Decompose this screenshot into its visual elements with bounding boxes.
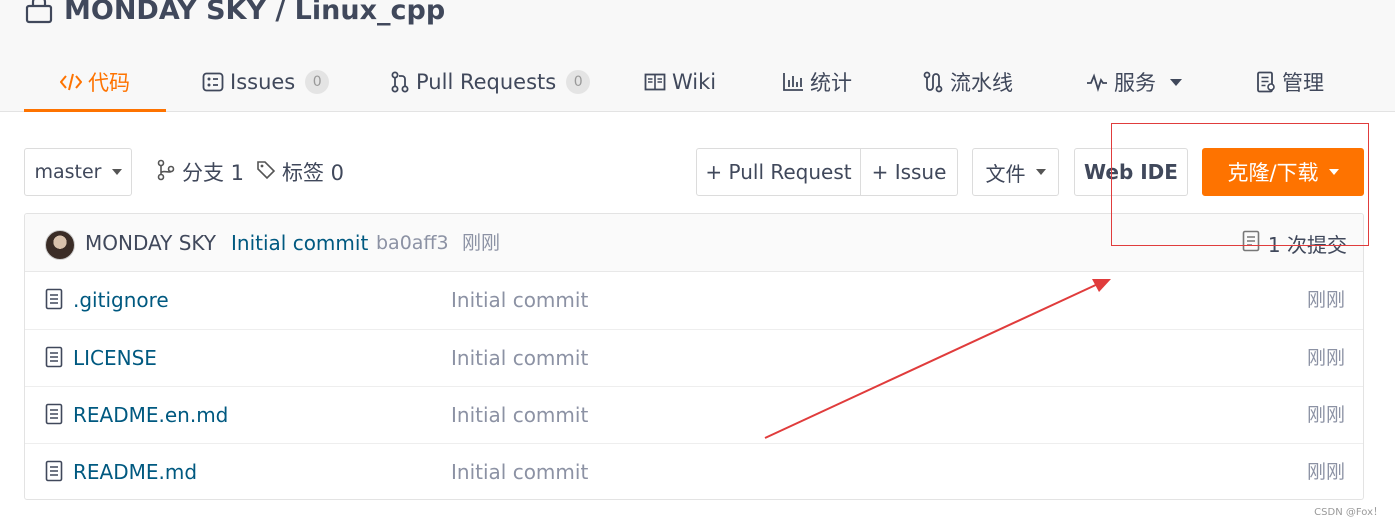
branches-link[interactable]: 分支 1 (156, 148, 244, 196)
file-row[interactable]: LICENSE Initial commit 刚刚 (25, 329, 1363, 386)
issues-count-badge: 0 (305, 70, 330, 94)
repo-lock-icon (24, 0, 54, 25)
file-row[interactable]: README.en.md Initial commit 刚刚 (25, 386, 1363, 443)
new-issue-button[interactable]: + Issue (861, 148, 958, 196)
commit-sha[interactable]: ba0aff3 (376, 214, 449, 272)
pull-requests-count-badge: 0 (566, 70, 591, 94)
tab-manage[interactable]: 管理 (1256, 52, 1324, 112)
commit-count-label: 1 次提交 (1267, 232, 1347, 257)
branch-select-value: master (34, 161, 102, 183)
avatar[interactable] (45, 230, 75, 260)
tab-stats[interactable]: 统计 (782, 52, 852, 112)
watermark: CSDN @Fox！ (1314, 507, 1383, 518)
repo-tabs: 代码 Issues 0 Pull Requests 0 Wiki 统计 流水线 … (0, 52, 1395, 112)
file-commit-time: 刚刚 (1306, 347, 1345, 369)
tab-code[interactable]: 代码 (24, 52, 166, 112)
file-list: MONDAY SKY Initial commit ba0aff3 刚刚 1 次… (24, 213, 1364, 500)
file-row[interactable]: README.md Initial commit 刚刚 (25, 443, 1363, 500)
file-commit-time: 刚刚 (1306, 404, 1345, 426)
tab-wiki[interactable]: Wiki (644, 52, 716, 112)
commit-author[interactable]: MONDAY SKY (85, 214, 216, 272)
latest-commit-bar: MONDAY SKY Initial commit ba0aff3 刚刚 1 次… (25, 214, 1363, 272)
file-commit-message[interactable]: Initial commit (451, 387, 588, 444)
file-commit-message[interactable]: Initial commit (451, 330, 588, 387)
file-menu-label: 文件 (985, 161, 1026, 186)
manage-icon (1256, 71, 1276, 93)
tab-pull-requests-label: Pull Requests (416, 70, 557, 94)
tab-pull-requests[interactable]: Pull Requests 0 (390, 52, 591, 112)
tab-service-label: 服务 (1114, 71, 1156, 95)
web-ide-button[interactable]: Web IDE (1074, 148, 1188, 196)
service-icon (1086, 72, 1108, 92)
file-name-link[interactable]: LICENSE (73, 330, 157, 387)
clone-download-label: 克隆/下载 (1227, 161, 1319, 185)
tag-icon (256, 160, 276, 185)
file-icon (45, 403, 63, 429)
file-name-link[interactable]: README.md (73, 444, 197, 501)
chevron-down-icon (1328, 169, 1339, 175)
commit-message[interactable]: Initial commit (231, 214, 368, 272)
file-commit-time: 刚刚 (1306, 461, 1345, 483)
tags-label: 标签 0 (282, 161, 345, 185)
tab-wiki-label: Wiki (672, 70, 717, 94)
tab-pipeline[interactable]: 流水线 (922, 52, 1013, 112)
stats-icon (782, 72, 804, 92)
tab-manage-label: 管理 (1282, 71, 1324, 95)
branch-select[interactable]: master (24, 148, 132, 196)
repo-title-text[interactable]: MONDAY SKY / Linux_cpp (64, 0, 445, 26)
wiki-icon (644, 72, 666, 92)
repo-toolbar: master 分支 1 标签 0 + Pull Request + Issue … (0, 148, 1395, 196)
chevron-down-icon (111, 169, 122, 175)
tab-service[interactable]: 服务 (1086, 52, 1182, 112)
repo-header: MONDAY SKY / Linux_cpp 代码 Issues 0 Pull … (0, 0, 1395, 112)
pipeline-icon (922, 71, 944, 93)
file-row[interactable]: .gitignore Initial commit 刚刚 (25, 272, 1363, 329)
file-commit-message[interactable]: Initial commit (451, 444, 588, 501)
repo-title: MONDAY SKY / Linux_cpp (24, 0, 445, 30)
branches-label: 分支 1 (182, 161, 245, 185)
chevron-down-icon (1035, 169, 1046, 175)
commit-count-link[interactable]: 1 次提交 (1242, 214, 1347, 272)
commit-history-icon (1242, 230, 1260, 257)
chevron-down-icon (1170, 78, 1182, 86)
tab-code-label: 代码 (88, 71, 130, 95)
file-name-link[interactable]: README.en.md (73, 387, 228, 444)
file-commit-time: 刚刚 (1306, 289, 1345, 311)
tab-pipeline-label: 流水线 (950, 71, 1013, 95)
tab-stats-label: 统计 (810, 71, 852, 95)
file-name-link[interactable]: .gitignore (73, 272, 169, 329)
pull-request-icon (390, 71, 410, 93)
code-icon (60, 72, 82, 92)
file-icon (45, 460, 63, 486)
tab-issues[interactable]: Issues 0 (202, 52, 330, 112)
issues-icon (202, 72, 224, 92)
tags-link[interactable]: 标签 0 (256, 148, 344, 196)
file-commit-message[interactable]: Initial commit (451, 272, 588, 329)
file-icon (45, 288, 63, 314)
file-menu-button[interactable]: 文件 (972, 148, 1059, 196)
commit-time: 刚刚 (462, 232, 501, 254)
file-icon (45, 346, 63, 372)
new-pull-request-button[interactable]: + Pull Request (696, 148, 861, 196)
branch-icon (156, 159, 176, 186)
tab-issues-label: Issues (230, 70, 296, 94)
clone-download-button[interactable]: 克隆/下载 (1202, 148, 1364, 196)
